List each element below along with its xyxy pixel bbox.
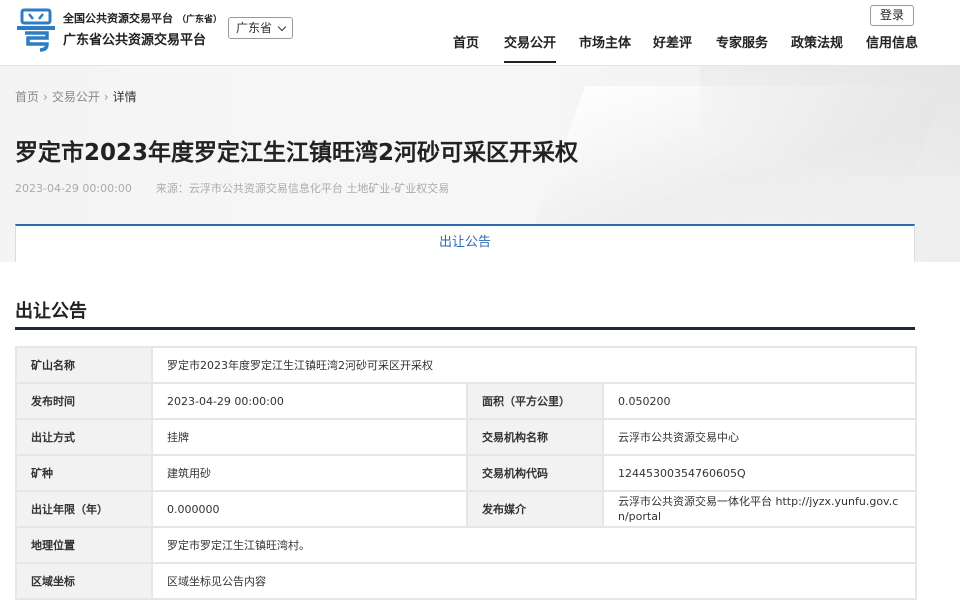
province-select[interactable]: 广东省: [228, 17, 293, 39]
breadcrumb-current: 详情: [112, 90, 137, 104]
nav-credit[interactable]: 信用信息: [866, 35, 918, 53]
nav-trading[interactable]: 交易公开: [504, 35, 557, 63]
mineral-value: 建筑用砂: [151, 454, 468, 492]
nav-policy[interactable]: 政策法规: [791, 35, 843, 53]
publish-time-value: 2023-04-29 00:00:00: [151, 382, 468, 420]
transfer-method-value: 挂牌: [151, 418, 468, 456]
table-row: 发布时间 2023-04-29 00:00:00 面积（平方公里） 0.0502…: [15, 382, 918, 420]
table-row: 区域坐标 区域坐标见公告内容: [15, 562, 918, 600]
media-value: 云浮市公共资源交易一体化平台 http://jyzx.yunfu.gov.cn/…: [601, 490, 918, 528]
breadcrumb-separator-icon: ›: [103, 90, 109, 104]
mine-name-label: 矿山名称: [15, 346, 153, 384]
page-title: 罗定市2023年度罗定江生江镇旺湾2河砂可采区开采权: [15, 140, 579, 166]
article-date: 2023-04-29 00:00:00: [15, 182, 132, 195]
location-value: 罗定市罗定江生江镇旺湾村。: [150, 526, 918, 564]
chevron-down-icon: [277, 22, 287, 32]
brand-line1: 全国公共资源交易平台: [63, 12, 173, 25]
banner-decoration: [700, 66, 960, 176]
coords-label: 区域坐标: [15, 562, 153, 600]
transfer-method-label: 出让方式: [15, 418, 153, 456]
table-row: 出让方式 挂牌 交易机构名称 云浮市公共资源交易中心: [15, 418, 918, 456]
brand-line2: 广东省公共资源交易平台: [63, 33, 207, 48]
table-row: 出让年限（年） 0.000000 发布媒介 云浮市公共资源交易一体化平台 htt…: [15, 490, 918, 528]
nav-experts[interactable]: 专家服务: [716, 35, 768, 53]
term-value: 0.000000: [151, 490, 468, 528]
table-row: 矿山名称 罗定市2023年度罗定江生江镇旺湾2河砂可采区开采权: [15, 346, 918, 384]
site-header: 全国公共资源交易平台 （广东省） 广东省公共资源交易平台 广东省 登录 首页 交易…: [0, 0, 960, 66]
nav-market[interactable]: 市场主体: [579, 35, 631, 53]
breadcrumb-trading[interactable]: 交易公开: [52, 90, 100, 104]
section-divider: [15, 327, 915, 330]
nav-home[interactable]: 首页: [453, 35, 479, 53]
brand-line1-sub: （广东省）: [177, 15, 223, 25]
agency-code-value: 12445300354760605Q: [601, 454, 918, 492]
term-label: 出让年限（年）: [15, 490, 153, 528]
article-source: 来源：云浮市公共资源交易信息化平台 土地矿业-矿业权交易: [155, 182, 450, 195]
breadcrumb: 首页 › 交易公开 › 详情: [15, 88, 137, 105]
media-label: 发布媒介: [466, 490, 604, 528]
notice-info-table: 矿山名称 罗定市2023年度罗定江生江镇旺湾2河砂可采区开采权 发布时间 202…: [15, 346, 918, 600]
area-label: 面积（平方公里）: [466, 382, 604, 420]
publish-time-label: 发布时间: [15, 382, 153, 420]
agency-name-value: 云浮市公共资源交易中心: [601, 418, 918, 456]
coords-value: 区域坐标见公告内容: [150, 562, 918, 600]
tab-transfer-notice[interactable]: 出让公告: [16, 226, 914, 260]
brand-title[interactable]: 全国公共资源交易平台 （广东省） 广东省公共资源交易平台: [63, 11, 222, 51]
section-title: 出让公告: [15, 301, 87, 322]
article-meta: 2023-04-29 00:00:00 来源：云浮市公共资源交易信息化平台 土地矿…: [15, 180, 449, 196]
table-row: 矿种 建筑用砂 交易机构代码 12445300354760605Q: [15, 454, 918, 492]
login-button[interactable]: 登录: [870, 5, 914, 26]
mine-name-value: 罗定市2023年度罗定江生江镇旺湾2河砂可采区开采权: [150, 346, 918, 384]
nav-rating[interactable]: 好差评: [653, 35, 692, 53]
tab-bar: 出让公告: [15, 224, 915, 262]
province-label: 广东省: [236, 21, 273, 35]
breadcrumb-home[interactable]: 首页: [15, 90, 39, 104]
agency-code-label: 交易机构代码: [466, 454, 604, 492]
table-row: 地理位置 罗定市罗定江生江镇旺湾村。: [15, 526, 918, 564]
mineral-label: 矿种: [15, 454, 153, 492]
area-value: 0.050200: [601, 382, 918, 420]
location-label: 地理位置: [15, 526, 153, 564]
breadcrumb-separator-icon: ›: [43, 90, 48, 104]
agency-name-label: 交易机构名称: [466, 418, 604, 456]
yue-character-logo-icon[interactable]: [16, 8, 56, 52]
